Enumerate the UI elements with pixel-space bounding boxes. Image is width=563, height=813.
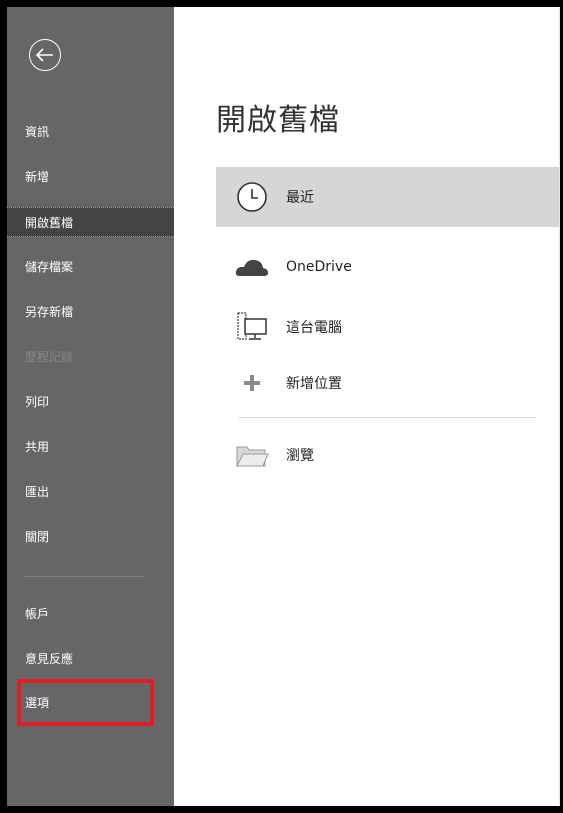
nav-export[interactable]: 匯出 <box>7 477 174 507</box>
location-recent[interactable]: 最近 <box>216 167 559 227</box>
nav-share[interactable]: 共用 <box>7 432 174 462</box>
nav-share-label: 共用 <box>25 440 50 454</box>
location-onedrive-label: OneDrive <box>286 259 352 275</box>
location-this-pc[interactable]: 這台電腦 <box>216 297 556 357</box>
back-button[interactable] <box>29 39 61 71</box>
nav-account[interactable]: 帳戶 <box>7 599 174 629</box>
nav-print[interactable]: 列印 <box>7 387 174 417</box>
cloud-icon <box>234 249 270 285</box>
nav-save[interactable]: 儲存檔案 <box>7 252 174 282</box>
clock-icon <box>234 179 270 215</box>
nav-save-as[interactable]: 另存新檔 <box>7 297 174 327</box>
nav-open[interactable]: 開啟舊檔 <box>7 207 174 237</box>
app-window: 資訊 新增 開啟舊檔 儲存檔案 另存新檔 歷程記錄 列印 共用 匯出 關閉 帳戶… <box>0 0 563 813</box>
nav-save-as-label: 另存新檔 <box>25 305 74 319</box>
nav-account-label: 帳戶 <box>25 607 50 621</box>
computer-icon <box>234 309 270 345</box>
sidebar-divider <box>24 576 144 577</box>
page-title: 開啟舊檔 <box>216 103 340 138</box>
folder-icon <box>234 437 270 473</box>
nav-close[interactable]: 關閉 <box>7 522 174 552</box>
backstage-sidebar: 資訊 新增 開啟舊檔 儲存檔案 另存新檔 歷程記錄 列印 共用 匯出 關閉 帳戶… <box>7 7 174 806</box>
nav-save-label: 儲存檔案 <box>25 260 74 274</box>
nav-history-label: 歷程記錄 <box>25 350 74 364</box>
nav-history: 歷程記錄 <box>7 342 174 372</box>
nav-info[interactable]: 資訊 <box>7 117 174 147</box>
location-add-place-label: 新增位置 <box>286 376 342 392</box>
nav-close-label: 關閉 <box>25 530 50 544</box>
nav-feedback[interactable]: 意見反應 <box>7 644 174 674</box>
location-browse-label: 瀏覽 <box>286 448 314 464</box>
location-onedrive[interactable]: OneDrive <box>216 237 556 297</box>
options-highlight-box <box>17 679 154 726</box>
location-this-pc-label: 這台電腦 <box>286 320 342 336</box>
nav-print-label: 列印 <box>25 395 50 409</box>
nav-feedback-label: 意見反應 <box>25 652 74 666</box>
nav-export-label: 匯出 <box>25 485 50 499</box>
plus-icon <box>234 365 270 401</box>
nav-info-label: 資訊 <box>25 125 50 139</box>
nav-new[interactable]: 新增 <box>7 162 174 192</box>
back-arrow-icon <box>36 48 53 62</box>
location-add-place[interactable]: 新增位置 <box>216 353 556 413</box>
nav-open-label: 開啟舊檔 <box>25 216 74 230</box>
panel-edge <box>559 7 560 806</box>
location-recent-label: 最近 <box>286 190 314 206</box>
open-panel: 開啟舊檔 最近 OneDrive 這台電腦 新增位置 瀏覽 <box>174 7 560 806</box>
nav-new-label: 新增 <box>25 170 50 184</box>
location-browse[interactable]: 瀏覽 <box>216 425 556 485</box>
locations-divider <box>238 417 536 418</box>
